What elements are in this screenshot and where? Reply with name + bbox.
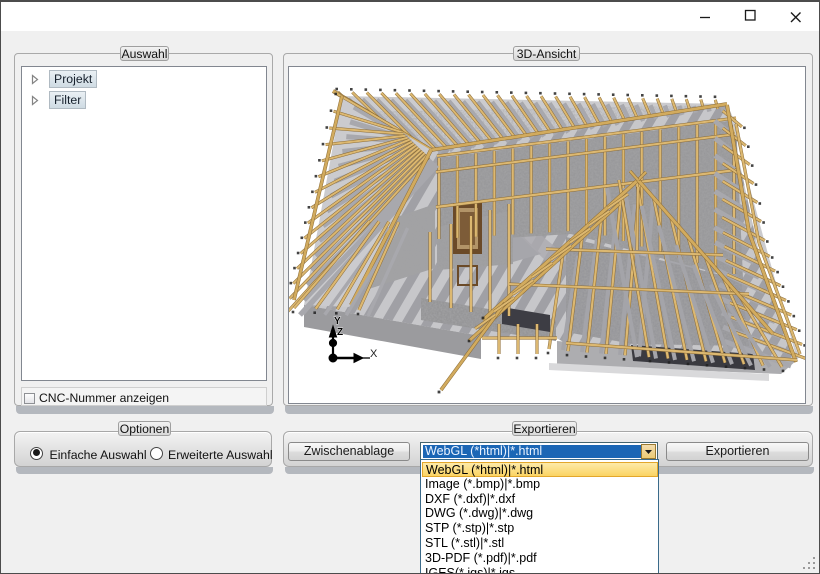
svg-text:Y: Y: [334, 316, 341, 327]
svg-text:X: X: [370, 348, 378, 360]
svg-text:Z: Z: [337, 327, 343, 338]
